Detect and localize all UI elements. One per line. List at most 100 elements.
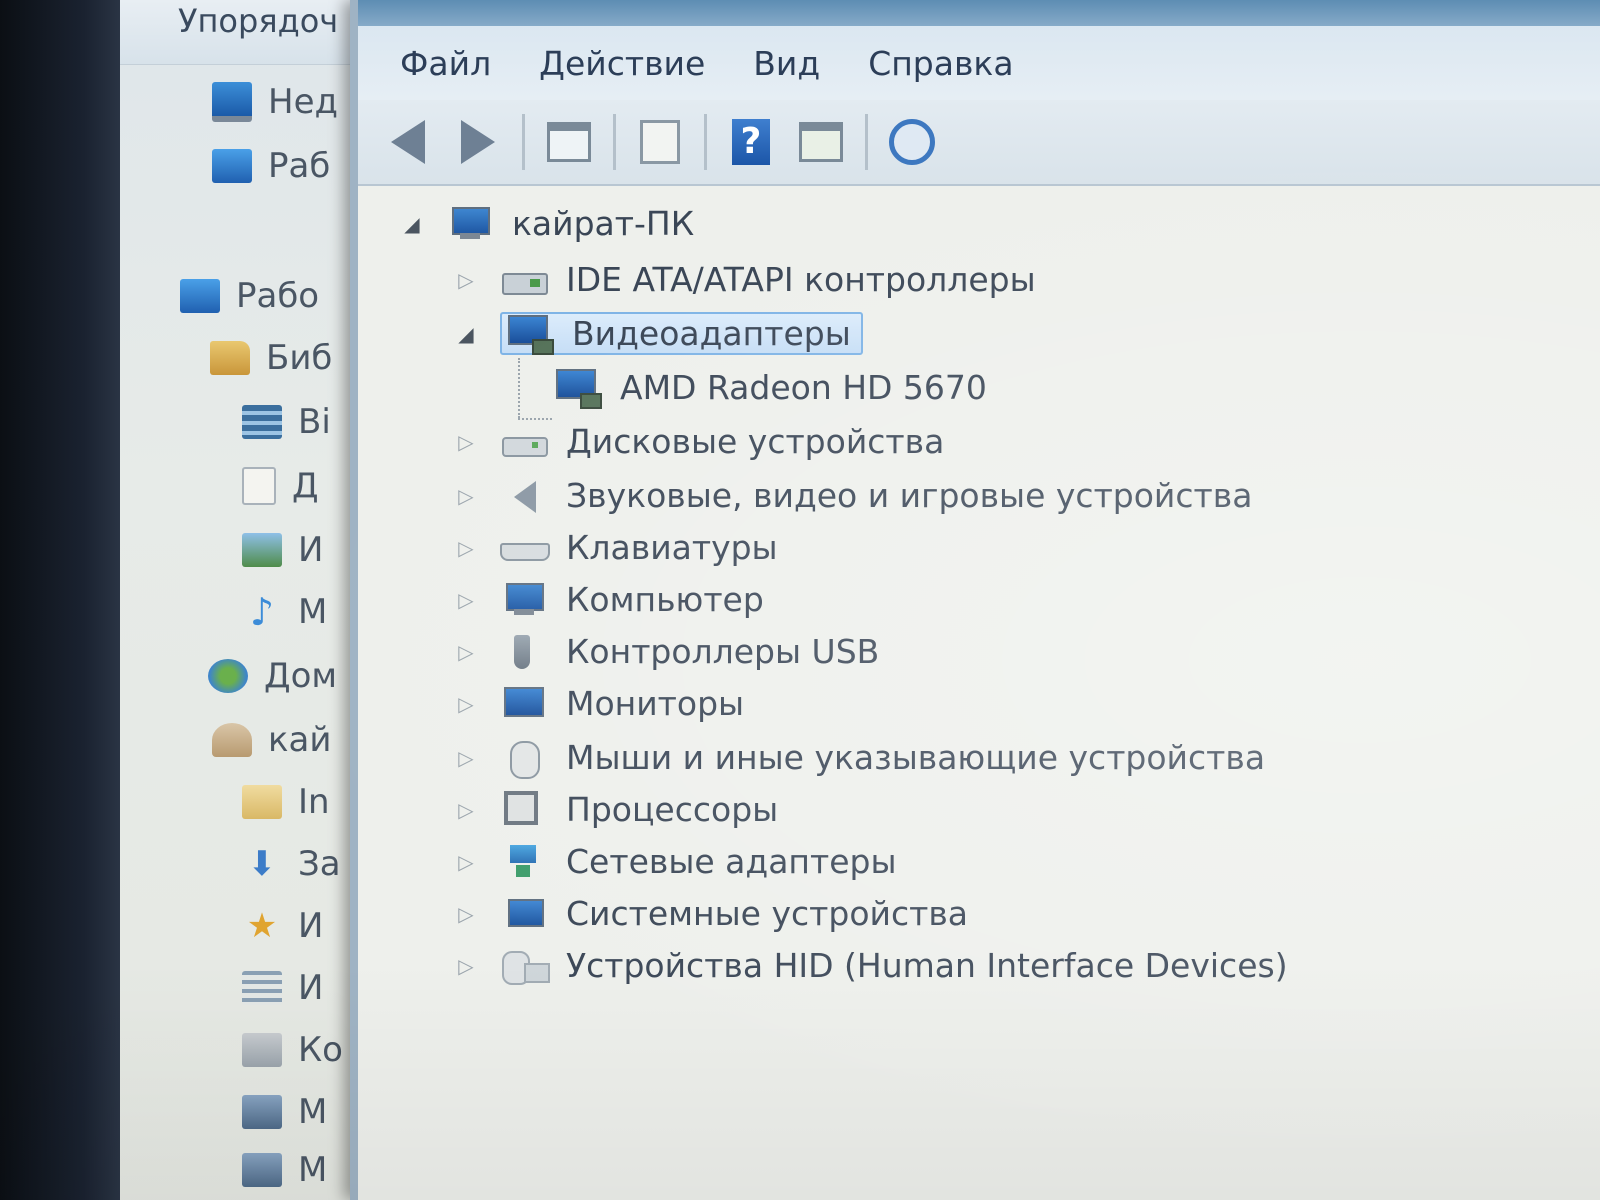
desktop-icon [212, 149, 252, 183]
tree-node-mice[interactable]: ▷ Мыши и иные указывающие устройства [454, 738, 1266, 779]
expand-arrow-icon[interactable]: ▷ [454, 954, 478, 978]
tree-root-label: кайрат-ПК [512, 204, 695, 243]
nav-item-documents[interactable]: Д [242, 466, 319, 506]
nav-item-user[interactable]: кай [212, 720, 331, 760]
library-icon [210, 341, 250, 375]
scan-hardware-icon [889, 119, 935, 165]
nav-item-desktop-root[interactable]: Рабо [180, 276, 319, 316]
nav-item-network[interactable]: Нед [212, 82, 338, 122]
nav-item-label: Биб [266, 338, 333, 378]
expand-arrow-icon[interactable]: ▷ [454, 798, 478, 822]
display-adapter-icon [554, 368, 602, 409]
hid-icon [500, 947, 550, 985]
nav-item-music-folder[interactable]: М [242, 1092, 327, 1132]
nav-item-label: Д [292, 466, 319, 506]
nav-item-downloads[interactable]: ⬇ За [242, 844, 341, 884]
forward-arrow-icon [461, 120, 495, 164]
tree-node-processors[interactable]: ▷ Процессоры [454, 790, 778, 829]
tree-node-label: Сетевые адаптеры [566, 842, 897, 881]
device-manager-window: Файл Действие Вид Справка ? ◢ кайрат-ПК … [350, 0, 1600, 1200]
nav-item-folder[interactable]: In [242, 782, 330, 822]
expand-arrow-icon[interactable]: ▷ [454, 850, 478, 874]
tree-node-label: IDE ATA/ATAPI контроллеры [566, 260, 1036, 299]
toolbar-separator [865, 114, 868, 170]
nav-item-music[interactable]: ♪ М [242, 592, 327, 632]
nav-item-list[interactable]: И [242, 968, 323, 1008]
nav-item-favorites[interactable]: ★ И [242, 906, 324, 946]
menu-action[interactable]: Действие [539, 44, 705, 83]
tree-node-system-devices[interactable]: ▷ Системные устройства [454, 894, 968, 933]
tree-node-amd-radeon[interactable]: AMD Radeon HD 5670 [554, 368, 987, 409]
toolbar: ? [358, 100, 1600, 186]
back-arrow-icon [391, 120, 425, 164]
tree-node-hid[interactable]: ▷ Устройства HID (Human Interface Device… [454, 946, 1287, 985]
tree-root[interactable]: ◢ кайрат-ПК [400, 204, 694, 243]
forward-button[interactable] [450, 116, 506, 168]
computer-icon [212, 82, 252, 122]
scan-hardware-button[interactable] [884, 116, 940, 168]
homegroup-icon [208, 659, 248, 693]
toolbar-separator [613, 114, 616, 170]
show-hide-console-tree-button[interactable] [541, 116, 597, 168]
tree-node-computer[interactable]: ▷ Компьютер [454, 580, 764, 619]
favorites-icon: ★ [246, 906, 278, 946]
nav-item-label: In [298, 782, 330, 822]
tree-node-label: Контроллеры USB [566, 632, 880, 671]
tree-node-network-adapters[interactable]: ▷ Сетевые адаптеры [454, 842, 897, 881]
mouse-icon [500, 739, 548, 779]
tree-node-label: AMD Radeon HD 5670 [620, 368, 987, 407]
expand-arrow-icon[interactable]: ▷ [454, 692, 478, 716]
menu-help[interactable]: Справка [868, 44, 1013, 83]
tree-node-sound-devices[interactable]: ▷ Звуковые, видео и игровые устройства [454, 476, 1252, 515]
tree-node-usb-controllers[interactable]: ▷ Контроллеры USB [454, 632, 879, 671]
collapse-arrow-icon[interactable]: ◢ [454, 322, 478, 346]
toolbar-separator [704, 114, 707, 170]
tree-node-label: Мониторы [566, 684, 745, 723]
show-action-pane-button[interactable] [793, 116, 849, 168]
nav-item-music-folder-2[interactable]: М [242, 1150, 327, 1190]
ide-controller-icon [500, 261, 548, 299]
music-icon: ♪ [249, 590, 275, 634]
nav-item-label: М [298, 1092, 328, 1132]
collapse-arrow-icon[interactable]: ◢ [400, 212, 424, 236]
tree-node-monitors[interactable]: ▷ Мониторы [454, 684, 744, 723]
nav-item-desktop[interactable]: Раб [212, 146, 330, 186]
title-bar[interactable] [358, 0, 1600, 26]
usb-icon [500, 633, 548, 671]
tree-node-ide-controllers[interactable]: ▷ IDE ATA/ATAPI контроллеры [454, 260, 1036, 299]
speaker-icon [500, 477, 548, 515]
help-button[interactable]: ? [723, 116, 779, 168]
nav-item-homegroup[interactable]: Дом [208, 656, 337, 696]
properties-button[interactable] [632, 116, 688, 168]
menu-file[interactable]: Файл [400, 44, 491, 83]
nav-item-label: Рабо [236, 276, 320, 316]
tree-node-disk-drives[interactable]: ▷ Дисковые устройства [454, 422, 944, 461]
tree-node-label: Мыши и иные указывающие устройства [566, 738, 1266, 777]
expand-arrow-icon[interactable]: ▷ [454, 746, 478, 770]
menu-view[interactable]: Вид [753, 44, 820, 83]
tree-node-keyboards[interactable]: ▷ Клавиатуры [454, 528, 777, 567]
nav-item-images[interactable]: И [242, 530, 323, 570]
expand-arrow-icon[interactable]: ▷ [454, 902, 478, 926]
tree-node-label: Процессоры [566, 790, 779, 829]
expand-arrow-icon[interactable]: ▷ [454, 640, 478, 664]
expand-arrow-icon[interactable]: ▷ [454, 268, 478, 292]
tree-node-display-adapters[interactable]: ◢ Видеоадаптеры [454, 312, 863, 355]
expand-arrow-icon[interactable]: ▷ [454, 536, 478, 560]
help-icon: ? [732, 119, 770, 165]
back-button[interactable] [380, 116, 436, 168]
system-device-icon [500, 895, 548, 933]
action-pane-icon [799, 122, 843, 162]
organize-button[interactable]: Упорядоч [178, 2, 338, 40]
nav-item-label: кай [268, 720, 332, 760]
nav-item-label: Нед [268, 82, 338, 122]
nav-item-contacts[interactable]: Ко [242, 1030, 343, 1070]
nav-item-libraries[interactable]: Биб [210, 338, 332, 378]
expand-arrow-icon[interactable]: ▷ [454, 430, 478, 454]
display-adapter-icon [506, 314, 554, 355]
nav-item-label: И [298, 530, 324, 570]
contacts-icon [242, 1033, 282, 1067]
expand-arrow-icon[interactable]: ▷ [454, 588, 478, 612]
nav-item-video[interactable]: Ві [242, 402, 331, 442]
expand-arrow-icon[interactable]: ▷ [454, 484, 478, 508]
